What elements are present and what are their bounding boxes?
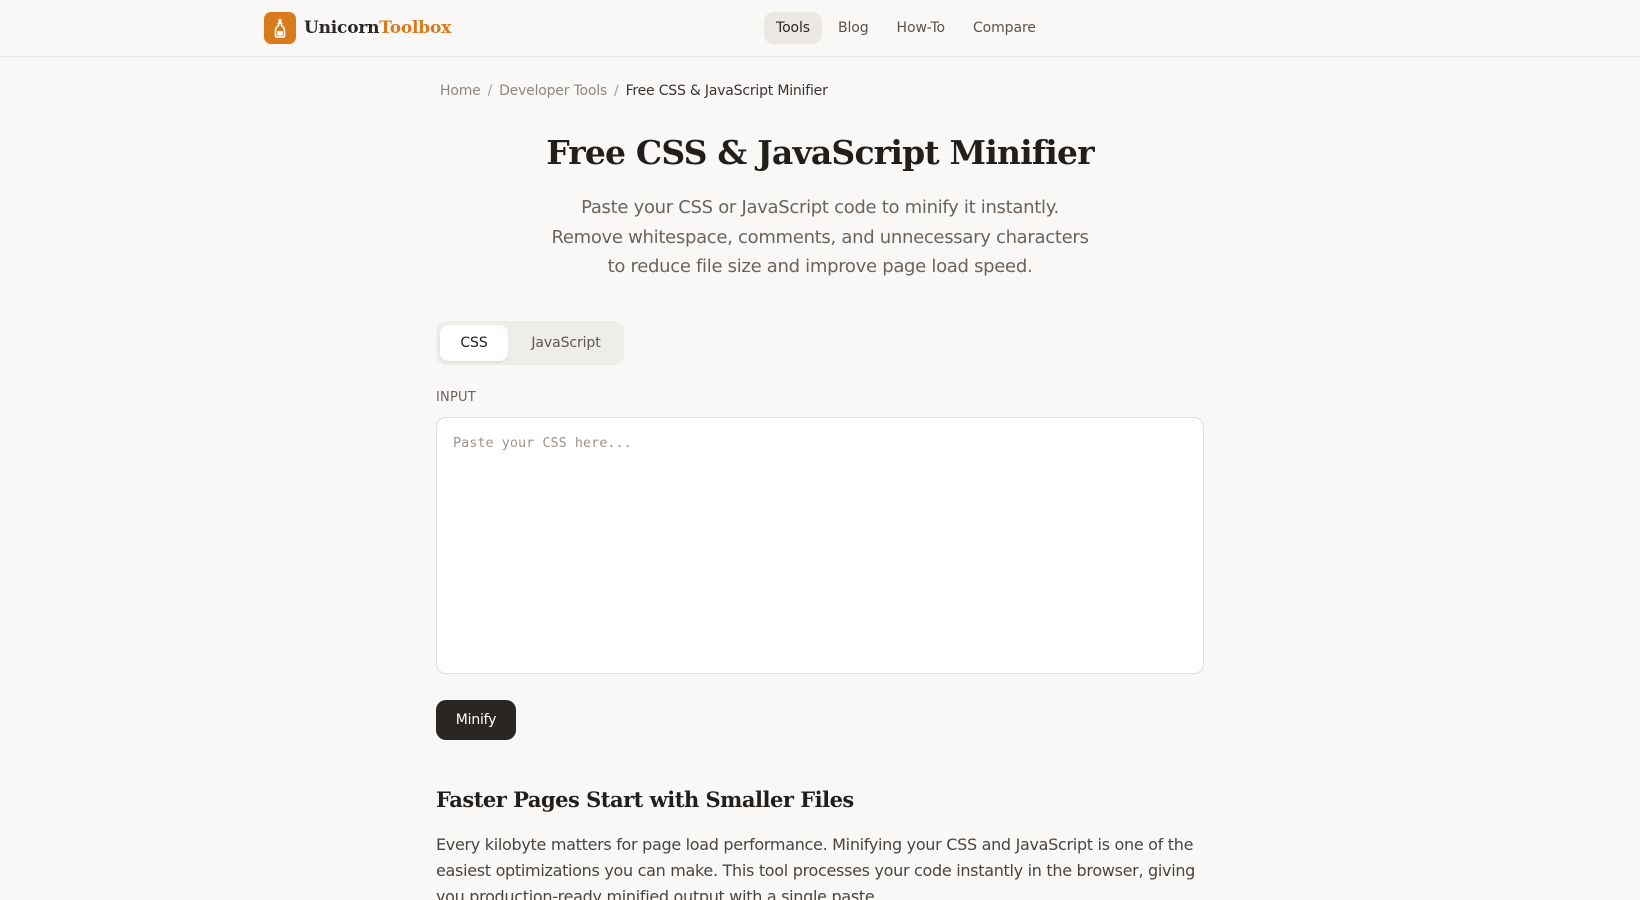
breadcrumb-home[interactable]: Home [440, 83, 481, 99]
input-label: INPUT [436, 390, 476, 405]
breadcrumb-developer-tools[interactable]: Developer Tools [499, 83, 607, 99]
nav-item-compare[interactable]: Compare [961, 12, 1048, 44]
site-header: UnicornToolbox Tools Blog How-To Compare [0, 0, 1640, 57]
bottle-icon [264, 12, 296, 44]
section-heading: Faster Pages Start with Smaller Files [436, 787, 854, 812]
brand-name: UnicornToolbox [304, 18, 451, 38]
breadcrumb-separator: / [487, 83, 493, 99]
language-tabs: CSS JavaScript [436, 321, 624, 365]
subtitle-line: to reduce file size and improve page loa… [607, 256, 1033, 277]
subtitle-line: Paste your CSS or JavaScript code to min… [581, 197, 1059, 218]
logo-link[interactable]: UnicornToolbox [264, 12, 451, 44]
minify-button[interactable]: Minify [436, 700, 516, 740]
brand-name-primary: Unicorn [304, 18, 380, 38]
brand-name-accent: Toolbox [379, 18, 452, 38]
tab-css[interactable]: CSS [440, 325, 508, 361]
code-input[interactable] [436, 417, 1204, 674]
section-body: Every kilobyte matters for page load per… [436, 835, 1196, 900]
breadcrumb: Home / Developer Tools / Free CSS & Java… [440, 81, 828, 101]
breadcrumb-separator: / [614, 83, 619, 99]
tab-javascript[interactable]: JavaScript [512, 325, 620, 361]
nav-item-blog[interactable]: Blog [826, 12, 881, 44]
subtitle-line: Remove whitespace, comments, and unneces… [551, 226, 1089, 248]
breadcrumb-current: Free CSS & JavaScript Minifier [625, 83, 828, 99]
nav-item-how-to[interactable]: How-To [885, 12, 957, 44]
page-subtitle: Paste your CSS or JavaScript code to min… [520, 193, 1120, 282]
nav-item-tools[interactable]: Tools [764, 12, 822, 44]
main-nav: Tools Blog How-To Compare [764, 12, 1048, 44]
page-title: Free CSS & JavaScript Minifier [546, 133, 1094, 172]
